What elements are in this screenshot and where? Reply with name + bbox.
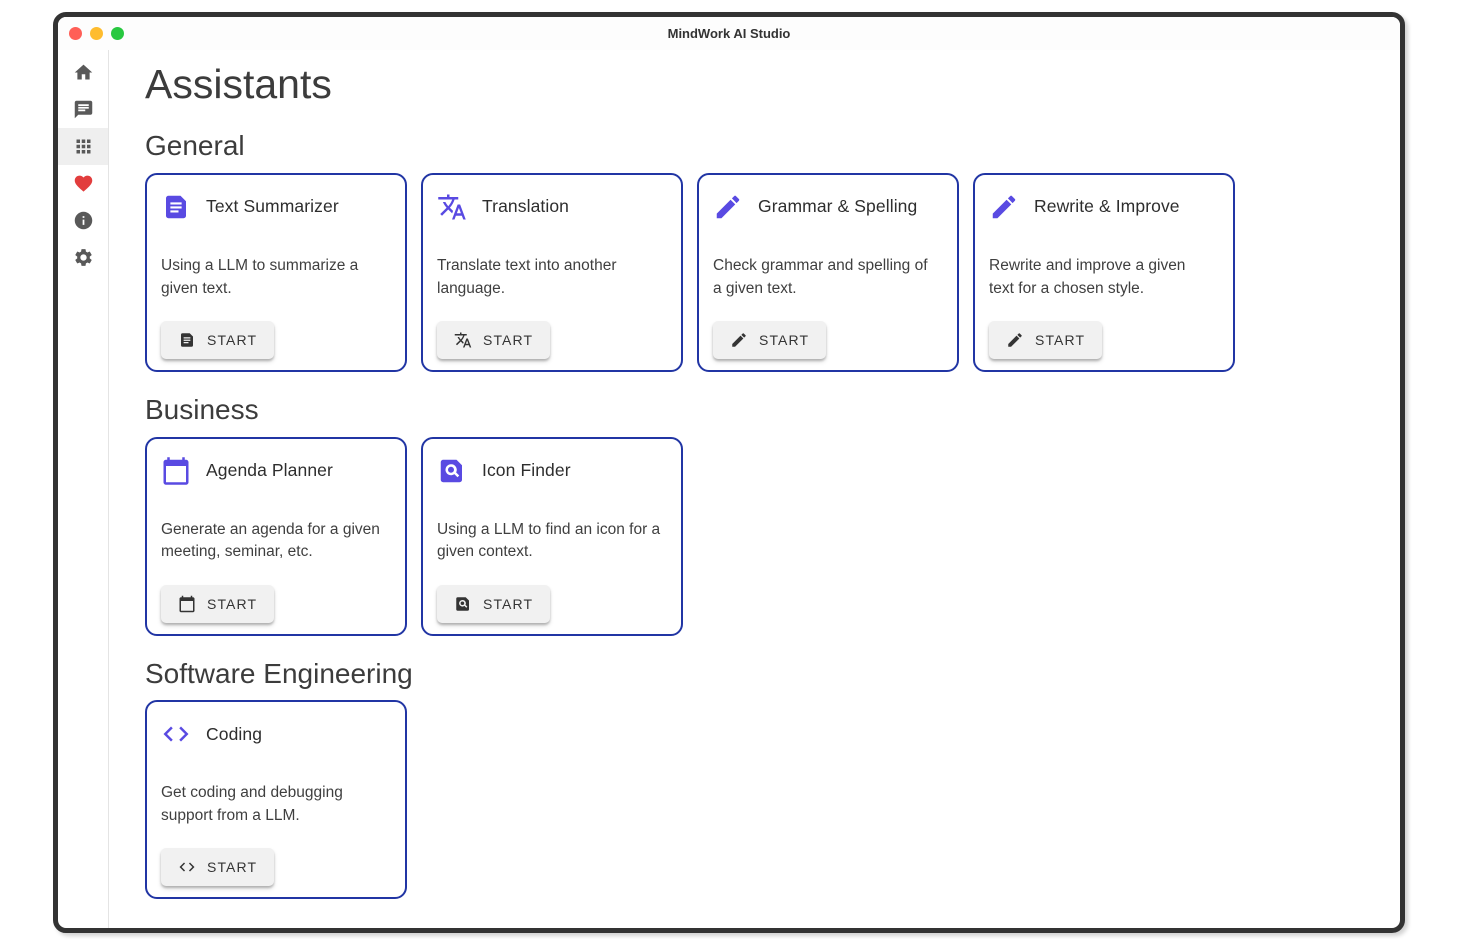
section-label: Business <box>145 393 1380 427</box>
start-button[interactable]: START <box>437 585 550 623</box>
assistant-card: Agenda Planner Generate an agenda for a … <box>145 437 407 636</box>
start-button[interactable]: START <box>437 321 550 359</box>
window-title: MindWork AI Studio <box>58 26 1400 41</box>
card-header: Translation <box>437 192 666 222</box>
start-button-label: START <box>207 859 257 875</box>
gear-icon <box>73 247 94 268</box>
card-header: Coding <box>161 719 390 749</box>
sidebar-item-home[interactable] <box>58 54 108 91</box>
info-icon <box>73 210 94 231</box>
card-header: Grammar & Spelling <box>713 192 942 222</box>
start-button-label: START <box>207 332 257 348</box>
page-title: Assistants <box>145 60 1380 108</box>
section-label: General <box>145 129 1380 163</box>
start-button[interactable]: START <box>161 585 274 623</box>
start-button-icon <box>454 595 472 613</box>
minimize-button[interactable] <box>90 27 103 40</box>
assistant-section: Software Engineering Coding Get coding a… <box>145 657 1380 900</box>
translate-icon <box>437 192 467 222</box>
card-title: Agenda Planner <box>206 460 333 481</box>
sidebar-item-assistants[interactable] <box>58 128 108 165</box>
sections-container: General Text Summarizer Using a LLM to s… <box>145 129 1380 899</box>
traffic-lights <box>69 27 124 40</box>
cards-row: Text Summarizer Using a LLM to summarize… <box>145 173 1380 372</box>
cards-row: Agenda Planner Generate an agenda for a … <box>145 437 1380 636</box>
card-header: Rewrite & Improve <box>989 192 1218 222</box>
titlebar: MindWork AI Studio <box>58 17 1400 50</box>
start-button-label: START <box>483 332 533 348</box>
start-button-label: START <box>483 596 533 612</box>
start-button-icon <box>454 331 472 349</box>
card-title: Grammar & Spelling <box>758 196 917 217</box>
sidebar-item-settings[interactable] <box>58 239 108 276</box>
start-button-icon <box>178 331 196 349</box>
sidebar-item-about[interactable] <box>58 202 108 239</box>
assistant-section: General Text Summarizer Using a LLM to s… <box>145 129 1380 372</box>
card-description: Generate an agenda for a given meeting, … <box>161 519 390 565</box>
card-title: Rewrite & Improve <box>1034 196 1180 217</box>
icon-search-icon <box>437 456 467 486</box>
pencil-icon <box>713 192 743 222</box>
card-header: Icon Finder <box>437 456 666 486</box>
start-button-label: START <box>759 332 809 348</box>
chat-icon <box>73 99 94 120</box>
calendar-icon <box>161 456 191 486</box>
main-content: Assistants General Text Summarizer Using… <box>109 50 1400 928</box>
start-button-icon <box>730 331 748 349</box>
start-button[interactable]: START <box>713 321 826 359</box>
start-button-label: START <box>207 596 257 612</box>
app-window: MindWork AI Studio Assistants General Te… <box>53 12 1405 933</box>
sidebar-item-favorites[interactable] <box>58 165 108 202</box>
start-button[interactable]: START <box>161 848 274 886</box>
assistant-card: Icon Finder Using a LLM to find an icon … <box>421 437 683 636</box>
start-button-icon <box>178 595 196 613</box>
sidebar <box>58 50 109 928</box>
card-title: Translation <box>482 196 569 217</box>
assistant-card: Grammar & Spelling Check grammar and spe… <box>697 173 959 372</box>
card-header: Text Summarizer <box>161 192 390 222</box>
assistant-card: Coding Get coding and debugging support … <box>145 700 407 899</box>
card-description: Rewrite and improve a given text for a c… <box>989 255 1218 301</box>
card-title: Text Summarizer <box>206 196 339 217</box>
card-description: Using a LLM to summarize a given text. <box>161 255 390 301</box>
heart-icon <box>73 173 94 194</box>
card-header: Agenda Planner <box>161 456 390 486</box>
pencil-icon <box>989 192 1019 222</box>
assistant-section: Business Agenda Planner Generate an agen… <box>145 393 1380 636</box>
start-button-icon <box>178 858 196 876</box>
start-button-icon <box>1006 331 1024 349</box>
card-title: Icon Finder <box>482 460 571 481</box>
apps-grid-icon <box>73 136 94 157</box>
sidebar-item-chat[interactable] <box>58 91 108 128</box>
maximize-button[interactable] <box>111 27 124 40</box>
assistant-card: Rewrite & Improve Rewrite and improve a … <box>973 173 1235 372</box>
start-button-label: START <box>1035 332 1085 348</box>
assistant-card: Translation Translate text into another … <box>421 173 683 372</box>
close-button[interactable] <box>69 27 82 40</box>
card-description: Get coding and debugging support from a … <box>161 782 390 828</box>
code-icon <box>161 719 191 749</box>
window-body: Assistants General Text Summarizer Using… <box>58 50 1400 928</box>
card-description: Translate text into another language. <box>437 255 666 301</box>
start-button[interactable]: START <box>989 321 1102 359</box>
home-icon <box>73 62 94 83</box>
document-icon <box>161 192 191 222</box>
start-button[interactable]: START <box>161 321 274 359</box>
assistant-card: Text Summarizer Using a LLM to summarize… <box>145 173 407 372</box>
card-description: Using a LLM to find an icon for a given … <box>437 519 666 565</box>
card-description: Check grammar and spelling of a given te… <box>713 255 942 301</box>
cards-row: Coding Get coding and debugging support … <box>145 700 1380 899</box>
card-title: Coding <box>206 724 262 745</box>
section-label: Software Engineering <box>145 657 1380 691</box>
